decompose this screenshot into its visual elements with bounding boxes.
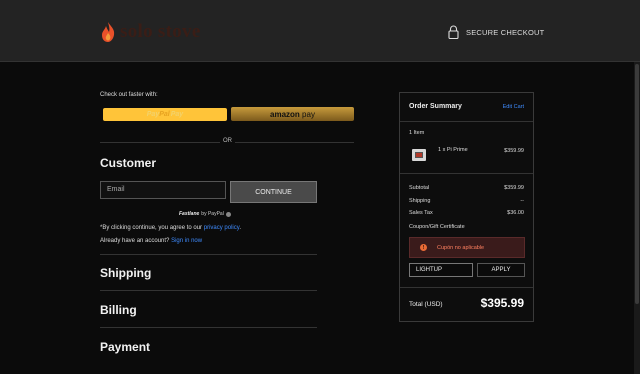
fastlane-by-paypal: by PayPal <box>201 211 224 217</box>
items-count: 1 Item <box>409 130 425 136</box>
email-field[interactable]: Email <box>100 181 226 199</box>
amazon-word: amazon <box>270 109 300 119</box>
divider <box>100 290 317 291</box>
header: solo stove SECURE CHECKOUT <box>0 0 640 62</box>
divider <box>400 173 533 174</box>
fastlane-badge: Fastlane by PayPal <box>179 211 231 217</box>
secure-checkout: SECURE CHECKOUT <box>448 25 544 39</box>
subtotal-label: Subtotal <box>409 185 430 191</box>
billing-heading: Billing <box>100 303 137 317</box>
subtotal-value: $359.99 <box>504 185 524 191</box>
shipping-label: Shipping <box>409 198 431 204</box>
customer-heading: Customer <box>100 156 157 170</box>
alert-icon: ! <box>420 244 427 251</box>
express-checkout-label: Check out faster with: <box>100 92 158 98</box>
coupon-error-alert: ! Cupón no aplicable <box>409 237 525 258</box>
item-name: 1 x Pi Prime <box>438 147 468 153</box>
sign-in-link[interactable]: Sign in now <box>171 238 202 244</box>
paypal-button[interactable]: Pay Pal Pay <box>103 108 227 121</box>
shipping-value: -- <box>520 198 524 204</box>
product-image <box>415 152 423 158</box>
item-price: $359.99 <box>504 148 524 154</box>
consent-post: . <box>239 225 241 231</box>
fastlane-label: Fastlane <box>179 211 200 217</box>
consent-text: *By clicking continue, you agree to our … <box>100 225 241 231</box>
divider <box>100 254 317 255</box>
paypal-word-2: Pal <box>159 111 170 118</box>
edit-cart-link[interactable]: Edit Cart <box>503 104 524 110</box>
paypal-word-3: Pay <box>170 111 184 118</box>
lock-icon <box>448 25 459 39</box>
coupon-label: Coupon/Gift Certificate <box>409 224 465 230</box>
divider <box>400 121 533 122</box>
continue-button[interactable]: CONTINUE <box>230 181 317 203</box>
divider <box>400 287 533 288</box>
payment-heading: Payment <box>100 340 151 354</box>
paypal-word-1: Pay <box>146 111 160 118</box>
total-value: $395.99 <box>480 296 524 310</box>
shipping-heading: Shipping <box>100 266 152 280</box>
logo-text: solo stove <box>120 21 201 42</box>
scrollbar-thumb[interactable] <box>635 64 639 304</box>
or-label: OR <box>220 138 235 144</box>
total-label: Total (USD) <box>409 301 443 308</box>
coupon-error-text: Cupón no aplicable <box>437 244 485 251</box>
secure-checkout-label: SECURE CHECKOUT <box>466 27 545 37</box>
fastlane-info-icon[interactable] <box>225 211 231 217</box>
coupon-input[interactable]: LIGHTUP <box>409 263 473 277</box>
order-summary-title: Order Summary <box>409 103 462 110</box>
divider <box>100 327 317 328</box>
consent-pre: *By clicking continue, you agree to our <box>100 225 204 231</box>
pay-word: pay <box>299 109 315 119</box>
sales-tax-value: $36.00 <box>507 210 524 216</box>
privacy-policy-link[interactable]: privacy policy <box>204 225 240 231</box>
flame-logo-icon <box>102 22 115 42</box>
store-logo[interactable]: solo stove <box>99 20 201 44</box>
product-thumbnail <box>412 149 426 161</box>
account-question: Already have an account? <box>100 238 172 244</box>
apply-button[interactable]: APPLY <box>477 263 525 277</box>
sales-tax-label: Sales Tax <box>409 210 433 216</box>
amazon-pay-button[interactable]: amazon pay <box>231 107 354 121</box>
amazon-pay-label: amazon pay <box>270 110 315 119</box>
account-text: Already have an account? Sign in now <box>100 238 202 244</box>
order-summary-panel: Order Summary Edit Cart 1 Item 1 x Pi Pr… <box>399 92 534 322</box>
